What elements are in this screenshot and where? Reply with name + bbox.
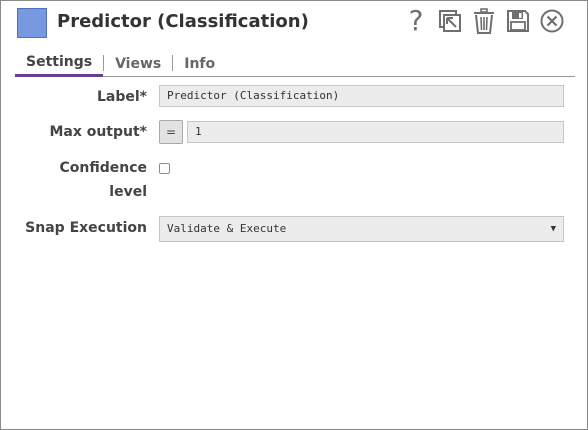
tab-info[interactable]: Info	[173, 55, 226, 76]
save-icon	[507, 10, 529, 32]
snap-execution-value: Validate & Execute	[167, 222, 287, 235]
max-output-label: Max output*	[49, 124, 147, 140]
help-button[interactable]: ?	[401, 6, 431, 36]
delete-button[interactable]	[469, 6, 499, 36]
max-output-input[interactable]: 1	[187, 121, 564, 143]
help-icon: ?	[408, 4, 424, 37]
export-button[interactable]	[435, 6, 465, 36]
close-icon	[540, 9, 564, 33]
dialog-title: Predictor (Classification)	[57, 11, 309, 32]
snap-execution-label: Snap Execution	[25, 220, 147, 236]
label-field-label: Label*	[96, 89, 147, 105]
delete-icon	[474, 8, 494, 34]
export-icon	[439, 10, 461, 32]
close-button[interactable]	[537, 6, 567, 36]
confidence-checkbox[interactable]	[159, 163, 170, 174]
tab-views[interactable]: Views	[104, 55, 172, 76]
dialog-toolbar: ?	[401, 6, 567, 36]
snap-execution-select[interactable]: Validate & Execute ▼	[159, 216, 564, 242]
tab-bar: Settings Views Info	[15, 52, 575, 77]
save-button[interactable]	[503, 6, 533, 36]
snap-settings-dialog: Predictor (Classification) ? Settings Vi…	[0, 0, 588, 430]
tab-settings[interactable]: Settings	[15, 53, 104, 77]
confidence-label-line2: level	[109, 184, 147, 200]
confidence-label-line1: Confidence	[59, 160, 147, 176]
label-input[interactable]: Predictor (Classification)	[159, 85, 564, 107]
expression-toggle-button[interactable]: =	[159, 120, 183, 144]
snap-color-swatch	[17, 8, 47, 38]
dropdown-arrow-icon: ▼	[550, 224, 556, 234]
